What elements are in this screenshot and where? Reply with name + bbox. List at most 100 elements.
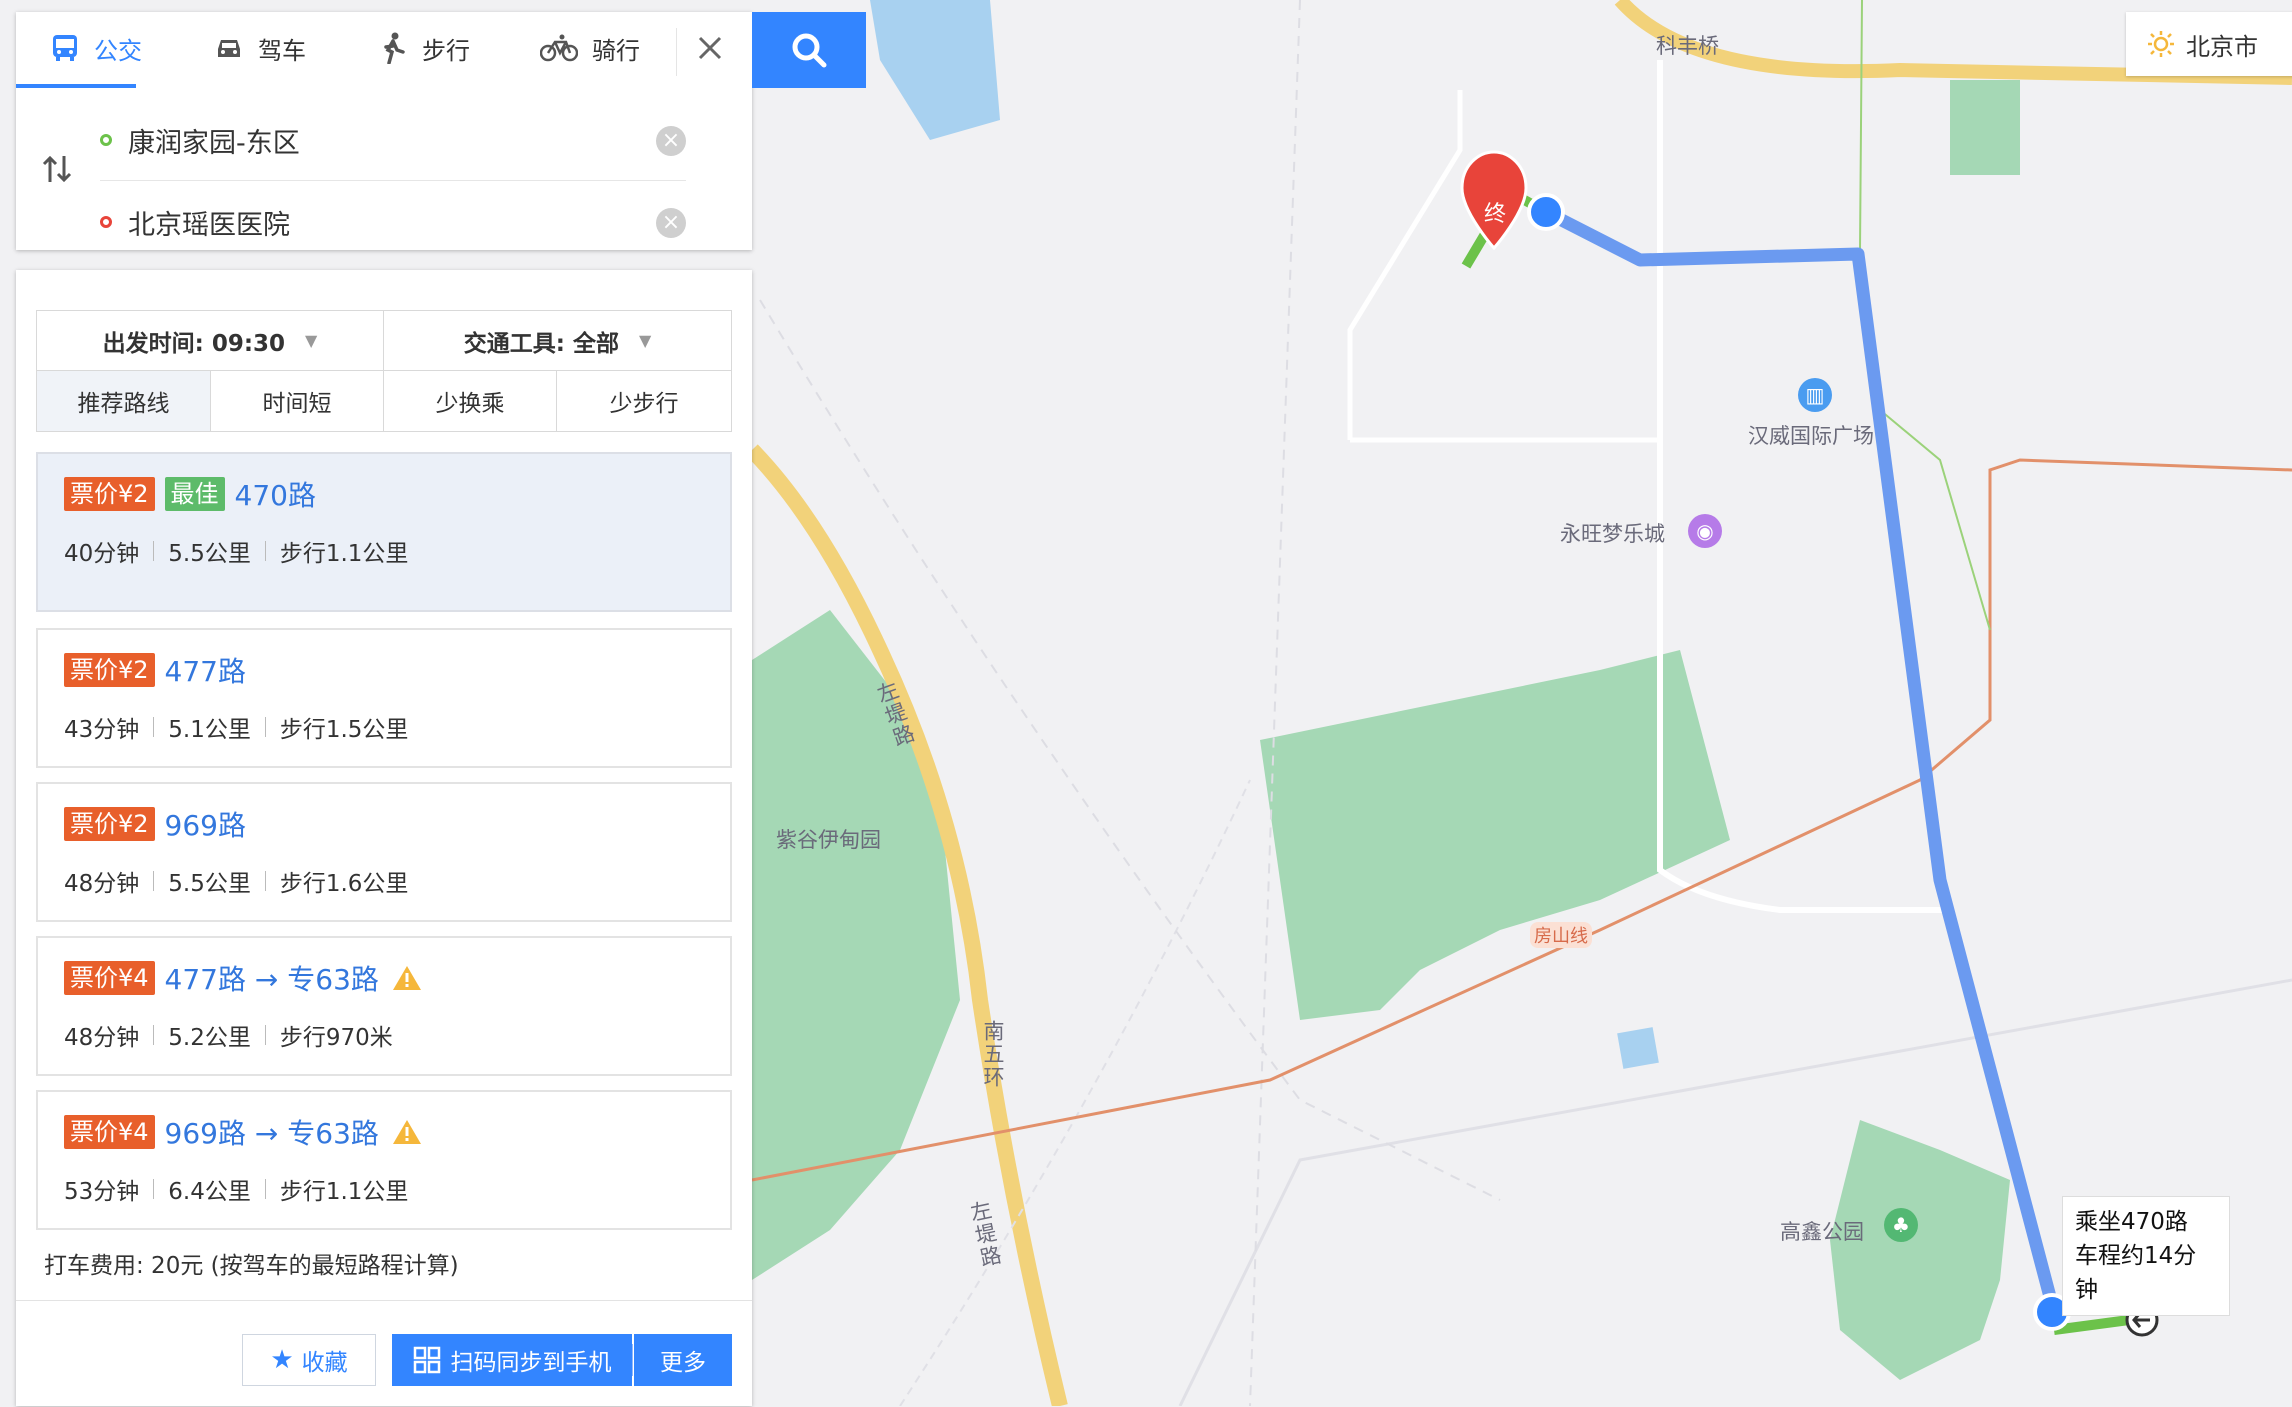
route-name[interactable]: 470路 <box>235 474 316 514</box>
tab-car[interactable]: 驾车 <box>214 12 306 84</box>
map-label-hanwei[interactable]: 汉威国际广场 <box>1748 420 1874 450</box>
sort-tab-recommended[interactable]: 推荐路线 <box>37 371 211 431</box>
favorite-button[interactable]: ★ 收藏 <box>242 1334 376 1386</box>
route-title: 票价¥2 最佳 470路 <box>64 474 316 514</box>
route-name[interactable]: 969路 <box>165 804 246 844</box>
park-icon[interactable]: ♣ <box>1884 1208 1918 1242</box>
qr-code-icon <box>413 1346 440 1374</box>
warning-icon <box>392 1120 421 1144</box>
search-icon <box>792 33 827 68</box>
route-name[interactable]: 969路 → 专63路 <box>165 1112 379 1152</box>
sort-tab-fastest[interactable]: 时间短 <box>211 371 384 431</box>
swap-icon[interactable] <box>40 152 74 186</box>
walk-icon <box>384 32 405 64</box>
tab-walk-label: 步行 <box>422 36 470 65</box>
tab-bus-label: 公交 <box>94 36 142 65</box>
destination-value: 北京瑶医医院 <box>128 209 290 241</box>
route-walk: 步行1.1公里 <box>279 1179 409 1205</box>
route-search-box: 公交 驾车 步行 骑行 康润家园-东区 × 北京瑶医医院 × <box>16 12 752 250</box>
route-time: 53分钟 <box>64 1179 140 1205</box>
tooltip-line-1: 乘坐470路 <box>2075 1209 2188 1235</box>
route-time: 48分钟 <box>64 1025 140 1051</box>
sun-icon <box>2148 31 2174 57</box>
city-selector[interactable]: 北京市 <box>2126 12 2292 76</box>
sort-tab-least-walking[interactable]: 少步行 <box>557 371 731 431</box>
route-name[interactable]: 477路 <box>165 650 246 690</box>
taxi-fare-note: 打车费用: 20元 (按驾车的最短路程计算) <box>44 1253 459 1279</box>
map-label-nanwuhuan: 南五环 <box>981 1020 1005 1089</box>
map-label-kefengqiao: 科丰桥 <box>1656 34 1719 58</box>
depart-time-label: 出发时间: 09:30 <box>102 330 286 357</box>
city-label: 北京市 <box>2186 32 2258 61</box>
route-name[interactable]: 477路 → 专63路 <box>165 958 379 998</box>
route-item[interactable]: 票价¥4 969路 → 专63路 53分钟 6.4公里 步行1.1公里 <box>36 1090 732 1230</box>
route-walk: 步行1.5公里 <box>279 717 409 743</box>
tab-bike[interactable]: 骑行 <box>540 12 640 84</box>
route-results-panel: 出发时间: 09:30 ▼ 交通工具: 全部 ▼ 推荐路线 时间短 少换乘 少步… <box>16 270 752 1406</box>
favorite-label: 收藏 <box>301 1350 348 1376</box>
route-item[interactable]: 票价¥2 477路 43分钟 5.1公里 步行1.5公里 <box>36 628 732 768</box>
route-item[interactable]: 票价¥4 477路 → 专63路 48分钟 5.2公里 步行970米 <box>36 936 732 1076</box>
destination-dot-icon <box>100 216 112 228</box>
end-marker-label: 终 <box>1483 202 1506 227</box>
route-distance: 5.5公里 <box>168 871 251 897</box>
map-label-ziguyidian[interactable]: 紫谷伊甸园 <box>776 824 881 854</box>
sync-label: 扫码同步到手机 <box>450 1350 612 1376</box>
clear-origin-icon[interactable]: × <box>656 126 686 156</box>
route-distance: 5.2公里 <box>168 1025 251 1051</box>
price-badge: 票价¥2 <box>64 653 155 687</box>
clear-destination-icon[interactable]: × <box>656 208 686 238</box>
options-table: 出发时间: 09:30 ▼ 交通工具: 全部 ▼ 推荐路线 时间短 少换乘 少步… <box>36 310 732 432</box>
route-walk: 步行970米 <box>279 1025 393 1051</box>
route-walk: 步行1.6公里 <box>279 871 409 897</box>
bus-icon <box>53 35 77 61</box>
route-item[interactable]: 票价¥2 969路 48分钟 5.5公里 步行1.6公里 <box>36 782 732 922</box>
route-title: 票价¥2 969路 <box>64 804 246 844</box>
active-tab-indicator <box>16 84 136 88</box>
transport-label: 交通工具: 全部 <box>463 330 619 357</box>
route-distance: 5.1公里 <box>168 717 251 743</box>
more-label: 更多 <box>660 1350 706 1376</box>
tab-bike-label: 骑行 <box>592 36 640 65</box>
tab-bus[interactable]: 公交 <box>50 12 142 84</box>
map-label-gaoxin-park[interactable]: 高鑫公园 <box>1780 1216 1864 1246</box>
price-badge: 票价¥4 <box>64 1115 155 1149</box>
route-item[interactable]: 票价¥2 最佳 470路 40分钟 5.5公里 步行1.1公里 <box>36 452 732 612</box>
star-icon: ★ <box>270 1345 294 1375</box>
tooltip-line-2: 车程约14分钟 <box>2075 1243 2197 1303</box>
shopping-icon[interactable]: ◉ <box>1688 514 1722 548</box>
map-label-fangshanxian: 房山线 <box>1530 922 1592 948</box>
transport-dropdown[interactable]: 交通工具: 全部 ▼ <box>384 311 731 371</box>
warning-icon <box>392 966 421 990</box>
route-title: 票价¥2 477路 <box>64 650 246 690</box>
more-button[interactable]: 更多 <box>634 1334 732 1386</box>
price-badge: 票价¥4 <box>64 961 155 995</box>
bike-icon <box>540 34 578 62</box>
sync-to-phone-button[interactable]: 扫码同步到手机 <box>392 1334 632 1386</box>
origin-field[interactable]: 康润家园-东区 × <box>100 100 686 181</box>
map-label-yongwang[interactable]: 永旺梦乐城 <box>1560 518 1665 548</box>
route-title: 票价¥4 477路 → 专63路 <box>64 958 423 998</box>
close-icon[interactable] <box>692 30 728 66</box>
route-tooltip: 乘坐470路 车程约14分钟 <box>2062 1196 2230 1316</box>
best-badge: 最佳 <box>164 477 225 511</box>
route-walk: 步行1.1公里 <box>279 541 409 567</box>
button-divider <box>632 1344 633 1376</box>
route-title: 票价¥4 969路 → 专63路 <box>64 1112 423 1152</box>
route-stats: 53分钟 6.4公里 步行1.1公里 <box>64 1172 408 1206</box>
bank-icon[interactable]: ▥ <box>1798 378 1832 412</box>
tab-walk[interactable]: 步行 <box>378 12 470 84</box>
route-stats: 48分钟 5.2公里 步行970米 <box>64 1018 393 1052</box>
sort-tab-fewest-transfers[interactable]: 少换乘 <box>384 371 557 431</box>
bus-stop-marker[interactable] <box>1527 193 1565 231</box>
route-time: 48分钟 <box>64 871 140 897</box>
chevron-down-icon: ▼ <box>638 331 652 350</box>
route-distance: 5.5公里 <box>168 541 251 567</box>
destination-field[interactable]: 北京瑶医医院 × <box>100 182 686 262</box>
depart-time-dropdown[interactable]: 出发时间: 09:30 ▼ <box>37 311 384 371</box>
route-time: 43分钟 <box>64 717 140 743</box>
tab-car-label: 驾车 <box>258 36 306 65</box>
route-time: 40分钟 <box>64 541 140 567</box>
origin-dot-icon <box>100 134 112 146</box>
search-button[interactable] <box>752 12 866 88</box>
